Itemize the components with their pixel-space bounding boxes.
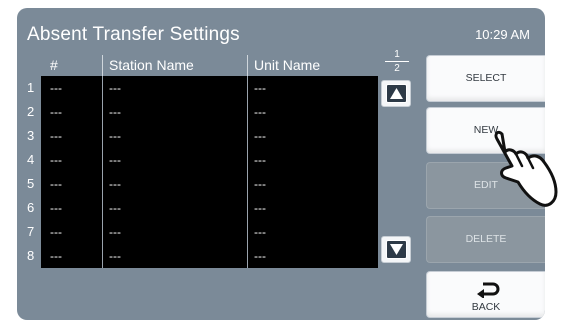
number-cell: --- [41,76,102,100]
row-index: 8 [25,244,41,268]
header-spacer [25,55,41,76]
page-title: Absent Transfer Settings [27,24,240,45]
station-name-cell: --- [102,220,247,244]
station-name-cell: --- [102,196,247,220]
unit-name-cell: --- [247,196,378,220]
table-row[interactable]: 4 --- --- --- [25,148,378,172]
select-button-label: SELECT [465,72,507,84]
row-index: 4 [25,148,41,172]
select-button[interactable]: SELECT [426,55,545,102]
column-header-number: # [50,57,58,73]
number-cell: --- [41,172,102,196]
number-cell: --- [41,124,102,148]
unit-name-cell: --- [247,124,378,148]
pointing-hand-icon [494,130,558,207]
row-index: 5 [25,172,41,196]
table-row[interactable]: 5 --- --- --- [25,172,378,196]
current-page: 1 [394,49,400,60]
unit-name-cell: --- [247,172,378,196]
table-row[interactable]: 8 --- --- --- [25,244,378,268]
unit-name-cell: --- [247,244,378,268]
table-row[interactable]: 1 --- --- --- [25,76,378,100]
settings-panel: Absent Transfer Settings 10:29 AM # Stat… [17,8,545,320]
station-name-cell: --- [102,100,247,124]
scroll-down-button[interactable] [381,236,411,263]
unit-name-cell: --- [247,100,378,124]
transfer-table: # Station Name Unit Name 1 --- --- --- 2… [25,55,378,268]
clock: 10:29 AM [475,27,530,42]
row-index: 6 [25,196,41,220]
number-cell: --- [41,244,102,268]
page-indicator: 1 2 [382,49,412,74]
station-name-cell: --- [102,244,247,268]
number-cell: --- [41,148,102,172]
number-cell: --- [41,220,102,244]
return-arrow-icon [477,282,500,298]
table-row[interactable]: 7 --- --- --- [25,220,378,244]
scroll-up-button[interactable] [381,80,411,107]
delete-button-label: DELETE [465,233,507,245]
up-arrow-icon [386,84,407,103]
unit-name-cell: --- [247,220,378,244]
table-row[interactable]: 3 --- --- --- [25,124,378,148]
unit-name-cell: --- [247,76,378,100]
station-name-cell: --- [102,76,247,100]
table-row[interactable]: 6 --- --- --- [25,196,378,220]
row-index: 3 [25,124,41,148]
table-row[interactable]: 2 --- --- --- [25,100,378,124]
number-cell: --- [41,196,102,220]
row-index: 7 [25,220,41,244]
station-name-cell: --- [102,172,247,196]
row-index: 1 [25,76,41,100]
table-header: # Station Name Unit Name [25,55,378,76]
delete-button[interactable]: DELETE [426,216,545,263]
column-header-unit-name: Unit Name [247,55,378,76]
station-name-cell: --- [102,124,247,148]
station-name-cell: --- [102,148,247,172]
total-pages: 2 [394,63,400,74]
row-index: 2 [25,100,41,124]
down-arrow-icon [386,240,407,259]
back-button-label: BACK [471,301,501,313]
unit-name-cell: --- [247,148,378,172]
page-divider [385,61,409,62]
back-button[interactable]: BACK [426,271,545,318]
column-header-station-name: Station Name [102,55,247,76]
number-cell: --- [41,100,102,124]
